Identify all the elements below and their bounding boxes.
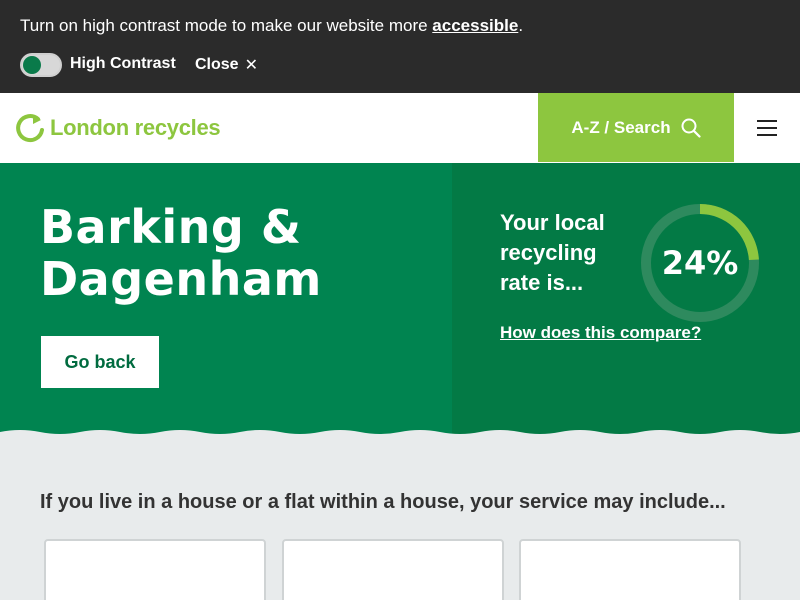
borough-hero: Barking & Dagenham Go back — [0, 163, 452, 435]
close-label: Close — [195, 56, 239, 73]
recycle-arrow-icon — [16, 114, 44, 143]
menu-line-middle — [757, 127, 777, 129]
search-icon — [681, 118, 701, 138]
contrast-message: Turn on high contrast mode to make our w… — [20, 16, 523, 36]
borough-title: Barking & Dagenham — [40, 201, 322, 305]
close-icon: ✕ — [244, 57, 258, 74]
accessible-link[interactable]: accessible — [432, 16, 518, 35]
hamburger-menu-icon[interactable] — [752, 115, 782, 141]
wave-divider — [0, 430, 800, 442]
service-card[interactable] — [44, 539, 266, 600]
recycling-rate-value: 24% — [661, 244, 739, 282]
services-heading: If you live in a house or a flat within … — [40, 491, 726, 513]
logo-text: London recycles — [50, 115, 221, 140]
contrast-message-text: Turn on high contrast mode to make our w… — [20, 16, 433, 35]
borough-title-line1: Barking & — [40, 200, 302, 254]
high-contrast-label: High Contrast — [70, 55, 176, 72]
service-card[interactable] — [282, 539, 504, 600]
menu-line-top — [757, 120, 777, 122]
recycling-rate-panel: Your local recycling rate is... 24% How … — [452, 163, 800, 435]
high-contrast-toggle[interactable] — [20, 53, 62, 77]
close-banner-button[interactable]: Close ✕ — [195, 55, 258, 75]
go-back-button[interactable]: Go back — [41, 336, 159, 388]
az-search-label: A-Z / Search — [571, 117, 671, 137]
contrast-message-period: . — [518, 16, 524, 35]
toggle-knob — [23, 56, 41, 74]
az-search-button[interactable]: A-Z / Search — [538, 93, 734, 162]
service-card[interactable] — [519, 539, 741, 600]
recycling-rate-label: Your local recycling rate is... — [500, 210, 605, 295]
site-logo[interactable]: London recycles — [14, 113, 221, 143]
borough-title-line2: Dagenham — [40, 252, 322, 306]
high-contrast-banner: Turn on high contrast mode to make our w… — [0, 0, 800, 93]
how-does-this-compare-link[interactable]: How does this compare? — [500, 323, 701, 343]
menu-line-bottom — [757, 134, 777, 136]
site-header: London recycles A-Z / Search — [0, 93, 800, 163]
